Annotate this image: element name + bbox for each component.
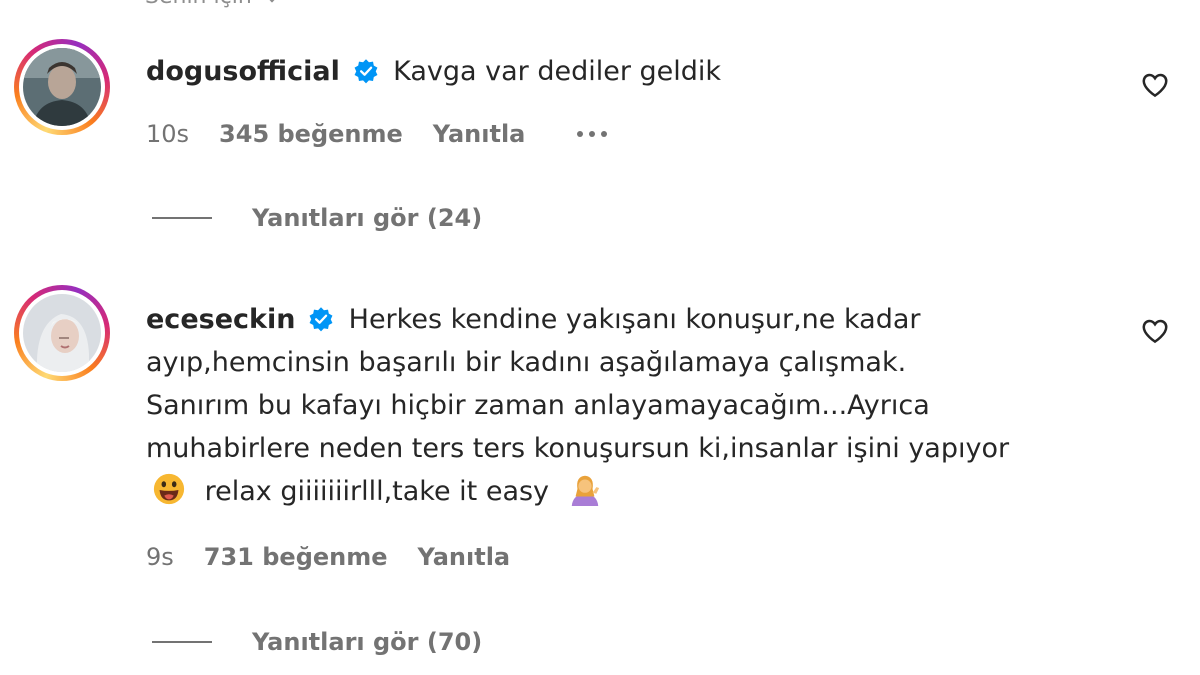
comment-text: Kavga var dediler geldik	[393, 56, 722, 87]
reply-button[interactable]: Yanıtla	[433, 120, 526, 148]
heart-outline-icon[interactable]	[1140, 316, 1170, 346]
more-options-icon[interactable]	[577, 131, 608, 137]
comment-timestamp: 10s	[146, 120, 190, 148]
avatar-photo	[23, 294, 101, 372]
comment-text-line: ayıp,hemcinsin başarılı bir kadını aşağı…	[146, 347, 907, 378]
comments-panel: Senin için dogusofficial	[0, 0, 1200, 675]
chevron-down-icon	[263, 0, 281, 2]
comment-text-line: muhabirlere neden ters ters konuşursun k…	[146, 433, 1010, 464]
reply-button[interactable]: Yanıtla	[418, 543, 511, 571]
comment-text-line: relax giiiiiiirlll,take it easy	[204, 476, 550, 507]
avatar[interactable]	[14, 285, 110, 381]
view-replies-button[interactable]: Yanıtları gör (70)	[152, 628, 482, 656]
verified-badge-icon	[309, 307, 333, 332]
comment-timestamp: 9s	[146, 543, 174, 571]
section-label[interactable]: Senin için	[145, 0, 281, 9]
verified-badge-icon	[354, 59, 377, 84]
like-count[interactable]: 345 beğenme	[219, 120, 403, 148]
heart-outline-icon[interactable]	[1140, 70, 1170, 100]
view-replies-label: Yanıtları gör (24)	[252, 204, 483, 232]
view-replies-label: Yanıtları gör (70)	[252, 628, 483, 656]
avatar-photo	[23, 48, 101, 126]
avatar[interactable]	[14, 39, 110, 135]
view-replies-button[interactable]: Yanıtları gör (24)	[152, 204, 482, 232]
grinning-face-emoji	[153, 473, 185, 505]
comment-username[interactable]: eceseckin	[146, 304, 295, 335]
like-count[interactable]: 731 beğenme	[204, 543, 388, 571]
section-label-text: Senin için	[145, 0, 252, 9]
comment-text-line: Herkes kendine yakışanı konuşur,ne kadar	[348, 304, 921, 335]
replies-divider	[152, 217, 212, 219]
comment-text-line: Sanırım bu kafayı hiçbir zaman anlayamay…	[146, 390, 930, 421]
replies-divider	[152, 641, 212, 643]
comment-username[interactable]: dogusofficial	[146, 56, 340, 87]
person-tipping-hand-emoji	[571, 475, 599, 506]
